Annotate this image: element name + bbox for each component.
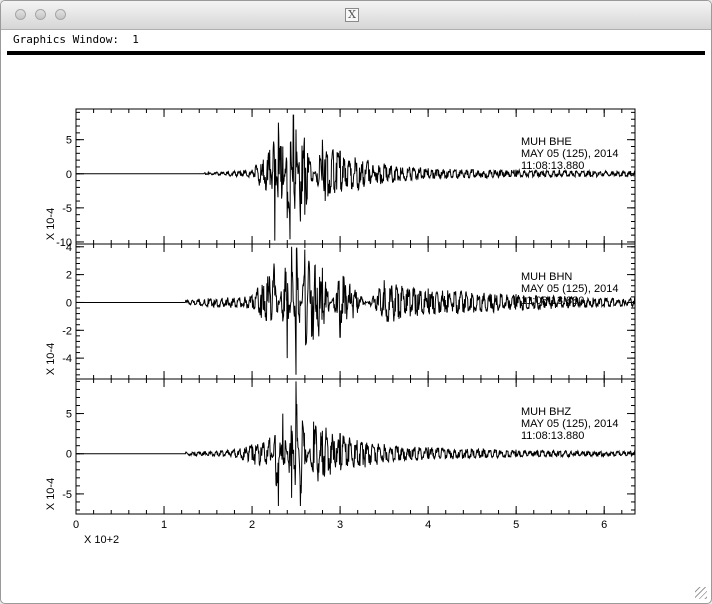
y-tick-label: 5: [66, 409, 72, 421]
resize-grip-icon[interactable]: [695, 587, 707, 599]
y-axis-label: X 10-4: [45, 208, 57, 240]
x-tick-label: 4: [425, 519, 431, 531]
close-button[interactable]: [15, 9, 26, 20]
y-tick-label: -2: [62, 325, 72, 337]
plot-canvas: 5 0 -5 -10 X 10-4 MUH BHE MAY 05 (125), 2014 11…: [7, 55, 705, 595]
graphics-window: X Graphics Window: 1 5 0 -5 -10 X 10-4 MUH BH…: [0, 0, 712, 604]
x11-logo-icon: X: [345, 8, 359, 22]
y-tick-label: -5: [62, 489, 72, 501]
title-bar[interactable]: X: [1, 1, 711, 30]
y-tick-label: 2: [66, 270, 72, 282]
x-tick-label: 1: [161, 519, 167, 531]
date-label: MAY 05 (125), 2014: [521, 418, 618, 430]
x-tick-label: 2: [249, 519, 255, 531]
waveform-trace: [76, 114, 636, 241]
waveform-trace: [76, 246, 636, 375]
zoom-button[interactable]: [55, 9, 66, 20]
time-label: 11:08:13.880: [521, 430, 584, 442]
x-tick-label: 5: [513, 519, 519, 531]
y-tick-label: 0: [66, 169, 72, 181]
y-axis-label: X 10-4: [45, 343, 57, 375]
station-label: MUH BHE: [521, 136, 572, 148]
y-tick-label: 0: [66, 449, 72, 461]
panel-frame: [75, 243, 636, 380]
y-tick-label: 0: [66, 297, 72, 309]
y-tick-label: -5: [62, 203, 72, 215]
y-tick-label: -4: [62, 353, 72, 365]
seismogram-plot: 50-5-10X 10-4MUH BHEMAY 05 (125), 201411…: [45, 108, 636, 546]
y-tick-label: 4: [66, 242, 72, 254]
time-label: 11:08:13.880: [521, 160, 584, 172]
date-label: MAY 05 (125), 2014: [521, 283, 618, 295]
x-tick-label: 6: [601, 519, 607, 531]
waveform-trace: [76, 381, 636, 507]
station-label: MUH BHZ: [521, 406, 571, 418]
date-label: MAY 05 (125), 2014: [521, 148, 618, 160]
minimize-button[interactable]: [35, 9, 46, 20]
station-label: MUH BHN: [521, 271, 572, 283]
x-tick-label: 3: [337, 519, 343, 531]
y-tick-label: 5: [66, 135, 72, 147]
x-axis-multiplier-label: X 10+2: [84, 534, 119, 546]
graphics-window-label: Graphics Window: 1: [13, 33, 139, 46]
x-tick-label: 0: [73, 519, 79, 531]
y-axis-label: X 10-4: [45, 478, 57, 510]
